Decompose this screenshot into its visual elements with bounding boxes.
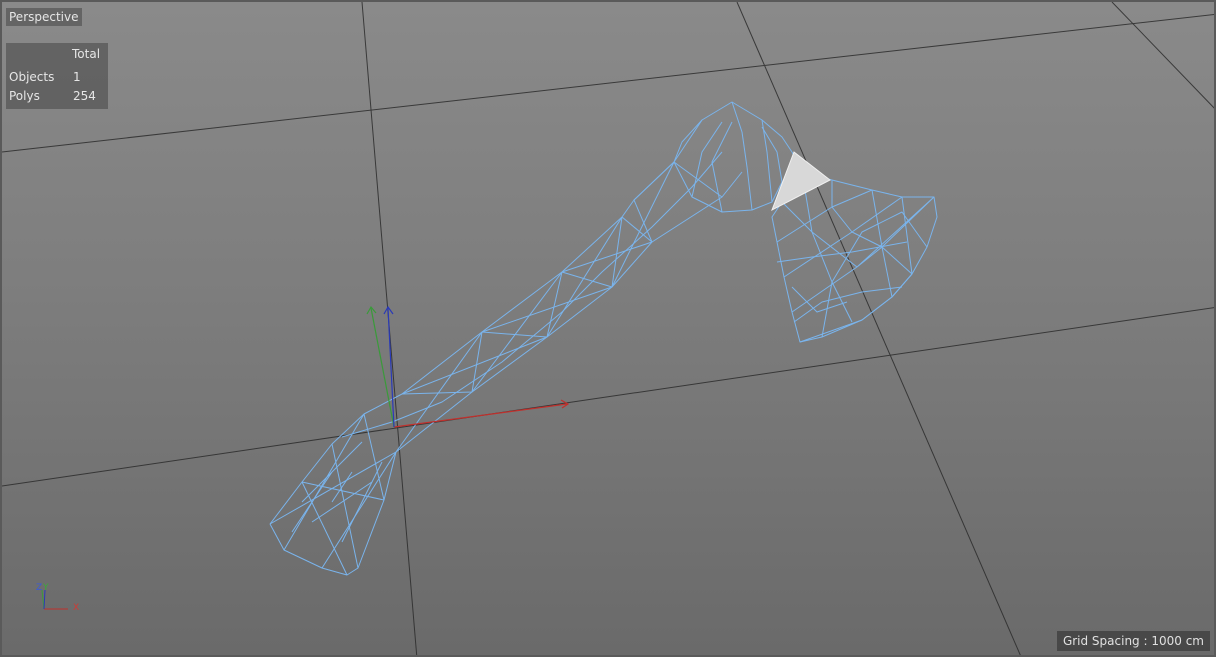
world-axis-x-label: X	[73, 603, 80, 613]
world-axis-gizmo: Z Y X	[32, 582, 82, 616]
viewport-perspective[interactable]: Perspective Total Objects 1 Polys 254 Z …	[0, 0, 1216, 657]
axe-wireframe[interactable]	[269, 101, 938, 576]
world-axis-y-label: Y	[43, 583, 49, 593]
object-axis[interactable]	[366, 305, 570, 428]
hud-value-objects: 1	[73, 70, 81, 84]
world-axis-z-label: Z	[36, 583, 43, 593]
viewport-scene[interactable]	[2, 2, 1216, 657]
viewport-title[interactable]: Perspective	[6, 8, 82, 26]
hud-label-objects: Objects	[9, 70, 55, 84]
axis-x-line	[393, 403, 568, 428]
hud-header: Total	[72, 47, 101, 61]
grid-spacing-readout: Grid Spacing : 1000 cm	[1056, 631, 1210, 651]
hud-label-polys: Polys	[9, 89, 40, 103]
selected-polygon[interactable]	[771, 151, 831, 212]
floor-grid	[2, 2, 1214, 655]
hud-value-polys: 254	[73, 89, 96, 103]
hud-stats-panel: Total Objects 1 Polys 254	[6, 43, 108, 109]
